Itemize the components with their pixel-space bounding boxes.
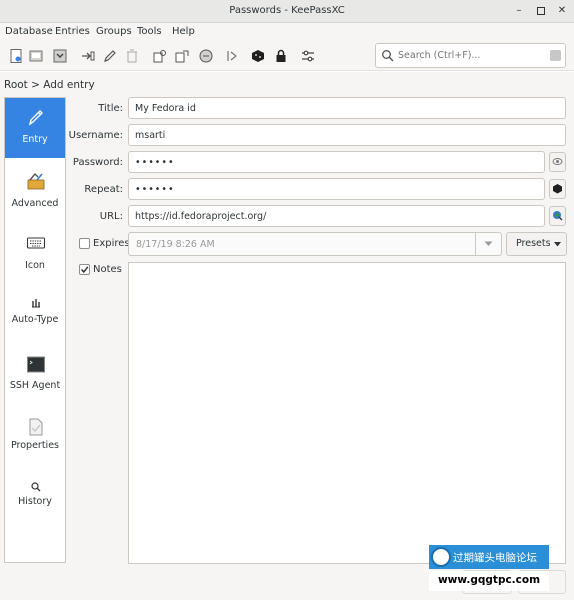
sidebar-item-label: Properties [10,440,59,451]
watermark: 过期罐头电脑论坛 www.gqgtpc.com [429,545,549,592]
maximize-icon[interactable] [534,4,548,18]
edit-entry-icon[interactable] [102,48,118,64]
copy-password-icon[interactable] [174,48,190,64]
breadcrumb: Root > Add entry [4,79,95,91]
sidebar-item-label: Advanced [11,198,59,209]
sidebar-item-ssh-agent[interactable]: SSH Agent [5,346,65,406]
repeat-label: Repeat: [84,184,123,195]
sidebar-item-label: Auto-Type [11,314,59,325]
minimize-icon[interactable]: – [512,4,526,18]
notes-checkbox[interactable] [79,264,90,275]
lock-database-icon[interactable] [273,48,289,64]
copy-username-icon[interactable] [152,48,168,64]
username-field[interactable] [128,124,566,146]
generate-password-button[interactable] [549,179,566,199]
notes-textarea[interactable] [128,262,566,564]
chevron-down-icon [484,241,493,246]
watermark-title: 过期罐头电脑论坛 [453,552,537,564]
open-url-button[interactable] [549,206,566,226]
autotype-icon [32,299,40,308]
title-field[interactable] [128,97,566,119]
sidebar-item-history[interactable]: History [5,468,65,528]
new-database-icon[interactable] [8,48,24,64]
url-label: URL: [99,211,123,222]
clear-search-icon[interactable] [550,50,561,61]
search-box[interactable] [375,43,566,68]
repeat-field[interactable] [128,178,545,200]
expires-dropdown-button[interactable] [475,233,501,255]
search-input[interactable] [398,47,538,64]
checkmark-icon [80,266,89,274]
search-icon [382,50,394,62]
open-database-icon[interactable] [28,48,44,64]
close-icon[interactable]: ✕ [555,4,569,18]
add-entry-icon[interactable] [80,48,96,64]
expires-checkbox[interactable] [79,238,90,249]
magnifier-icon [31,482,41,492]
autotype-icon[interactable] [224,48,240,64]
sidebar-item-label: SSH Agent [9,380,61,391]
url-input[interactable] [135,209,515,224]
repeat-input[interactable] [135,182,515,197]
terminal-icon [27,356,45,373]
window-title: Passwords - KeePassXC [229,5,345,16]
copy-url-icon[interactable] [198,48,214,64]
notes-label: Notes [93,264,122,275]
toggle-password-button[interactable] [549,152,566,172]
username-label: Username: [68,130,123,141]
document-icon [29,418,43,436]
username-input[interactable] [135,128,515,143]
sidebar-item-label: History [18,496,52,507]
menu-database[interactable]: Database [5,26,53,37]
title-bar: Passwords - KeePassXC – ✕ [0,0,574,23]
presets-label: Presets [516,238,551,249]
delete-entry-icon[interactable] [124,48,140,64]
globe-icon [553,211,563,221]
expires-datetime-field[interactable] [128,232,502,256]
presets-button[interactable]: Presets [506,232,567,256]
keyboard-icon [27,237,45,249]
password-input[interactable] [135,155,515,170]
dice-icon [553,184,562,194]
expires-input[interactable] [136,237,466,252]
menu-entries[interactable]: Entries [55,26,90,37]
password-label: Password: [72,157,123,168]
sidebar-item-autotype[interactable]: Auto-Type [5,284,65,344]
title-input[interactable] [135,101,515,116]
settings-icon[interactable] [300,48,316,64]
watermark-logo-icon [431,547,451,567]
save-database-icon[interactable] [52,48,68,64]
password-generator-icon[interactable] [250,48,266,64]
password-field[interactable] [128,151,545,173]
sidebar-item-label: Icon [25,260,45,271]
title-label: Title: [98,103,123,114]
url-field[interactable] [128,205,545,227]
menu-tools[interactable]: Tools [137,26,162,37]
menu-bar: Database Entries Groups Tools Help [0,23,574,41]
sidebar-item-properties[interactable]: Properties [5,408,65,468]
chevron-down-icon [554,242,561,247]
expires-label: Expires [93,238,130,249]
eye-icon [552,158,563,165]
watermark-url: www.gqgtpc.com [429,571,549,591]
menu-help[interactable]: Help [172,26,195,37]
sidebar-item-icon[interactable]: Icon [5,224,65,284]
menu-groups[interactable]: Groups [96,26,132,37]
